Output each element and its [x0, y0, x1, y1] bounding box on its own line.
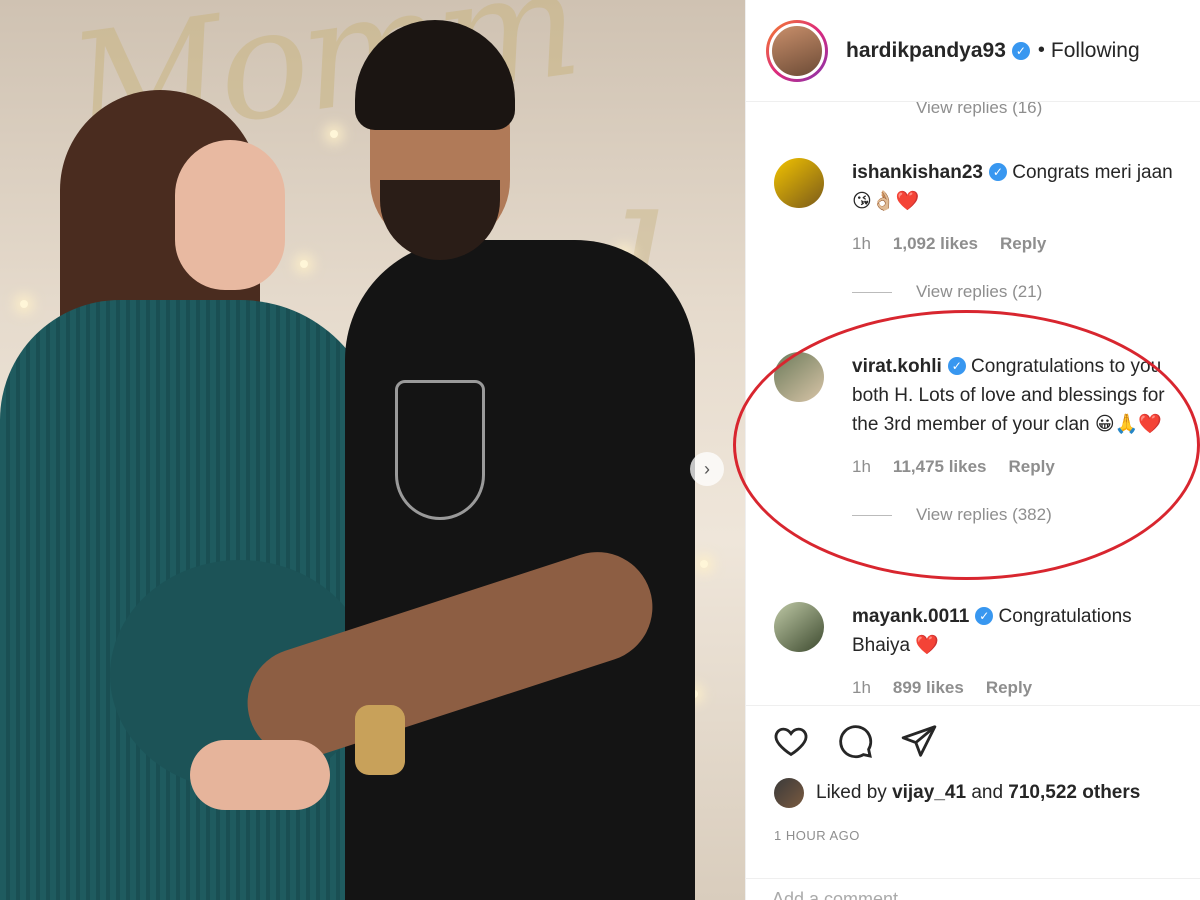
comment-likes[interactable]: 899 likes — [893, 678, 964, 698]
reply-button[interactable]: Reply — [1000, 234, 1046, 254]
comment-item: mayank.0011 ✓ Congratulations Bhaiya ❤️ 1… — [774, 602, 1184, 698]
woman-face — [175, 140, 285, 290]
profile-avatar[interactable] — [766, 19, 828, 82]
commenter-avatar[interactable] — [774, 602, 824, 652]
verified-badge-icon: ✓ — [1011, 41, 1030, 60]
post-username[interactable]: hardikpandya93 — [846, 39, 1006, 63]
highlight-circle — [733, 310, 1200, 580]
liker-username[interactable]: vijay_41 — [892, 782, 966, 804]
liked-by-prefix: Liked by — [816, 782, 887, 803]
separator-dot: • — [1037, 39, 1045, 61]
view-replies-button[interactable]: View replies (21) — [852, 282, 1184, 302]
paper-plane-icon[interactable] — [900, 722, 938, 765]
comment-likes[interactable]: 1,092 likes — [893, 234, 978, 254]
post-photo[interactable]: Momm ol › — [0, 0, 745, 900]
chevron-right-icon[interactable]: › — [690, 452, 724, 486]
comment-emoji: ❤️ — [915, 634, 940, 656]
comment-item: ishankishan23 ✓ Congrats meri jaan 😘👌🏼❤️ … — [774, 158, 1184, 302]
wrist-watch — [355, 705, 405, 775]
fairy-light — [20, 300, 28, 308]
man-shirt — [345, 240, 695, 900]
liker-avatar — [774, 778, 804, 808]
comment-time: 1h — [852, 234, 871, 253]
reply-button[interactable]: Reply — [986, 678, 1032, 698]
commenter-avatar[interactable] — [774, 158, 824, 208]
comment-emoji: 😘👌🏼❤️ — [852, 190, 920, 212]
comment-username[interactable]: mayank.0011 — [852, 606, 969, 627]
following-button[interactable]: Following — [1051, 39, 1140, 63]
likes-summary[interactable]: Liked by vijay_41 and 710,522 others — [774, 778, 1140, 808]
verified-badge-icon: ✓ — [975, 607, 994, 625]
fairy-light — [330, 130, 338, 138]
shirt-print — [395, 380, 485, 520]
woman-hand — [190, 740, 330, 810]
verified-badge-icon: ✓ — [988, 163, 1007, 181]
action-bar: Liked by vijay_41 and 710,522 others 1 H… — [746, 705, 1200, 900]
comment-text: Congrats meri jaan — [1012, 162, 1173, 183]
heart-icon[interactable] — [772, 722, 810, 765]
view-replies-label: View replies (21) — [916, 282, 1043, 301]
post-timestamp: 1 HOUR AGO — [774, 828, 860, 843]
fairy-light — [300, 260, 308, 268]
post-header: hardikpandya93 ✓ • Following — [746, 0, 1200, 102]
fairy-light — [700, 560, 708, 568]
liked-by-joiner: and — [971, 782, 1004, 803]
add-comment-row — [746, 878, 1200, 900]
add-comment-input[interactable] — [772, 889, 1072, 900]
divider — [852, 291, 892, 293]
likes-count[interactable]: 710,522 others — [1008, 782, 1140, 804]
comment-time: 1h — [852, 678, 871, 697]
comment-username[interactable]: ishankishan23 — [852, 162, 983, 183]
comment-bubble-icon[interactable] — [836, 722, 874, 765]
